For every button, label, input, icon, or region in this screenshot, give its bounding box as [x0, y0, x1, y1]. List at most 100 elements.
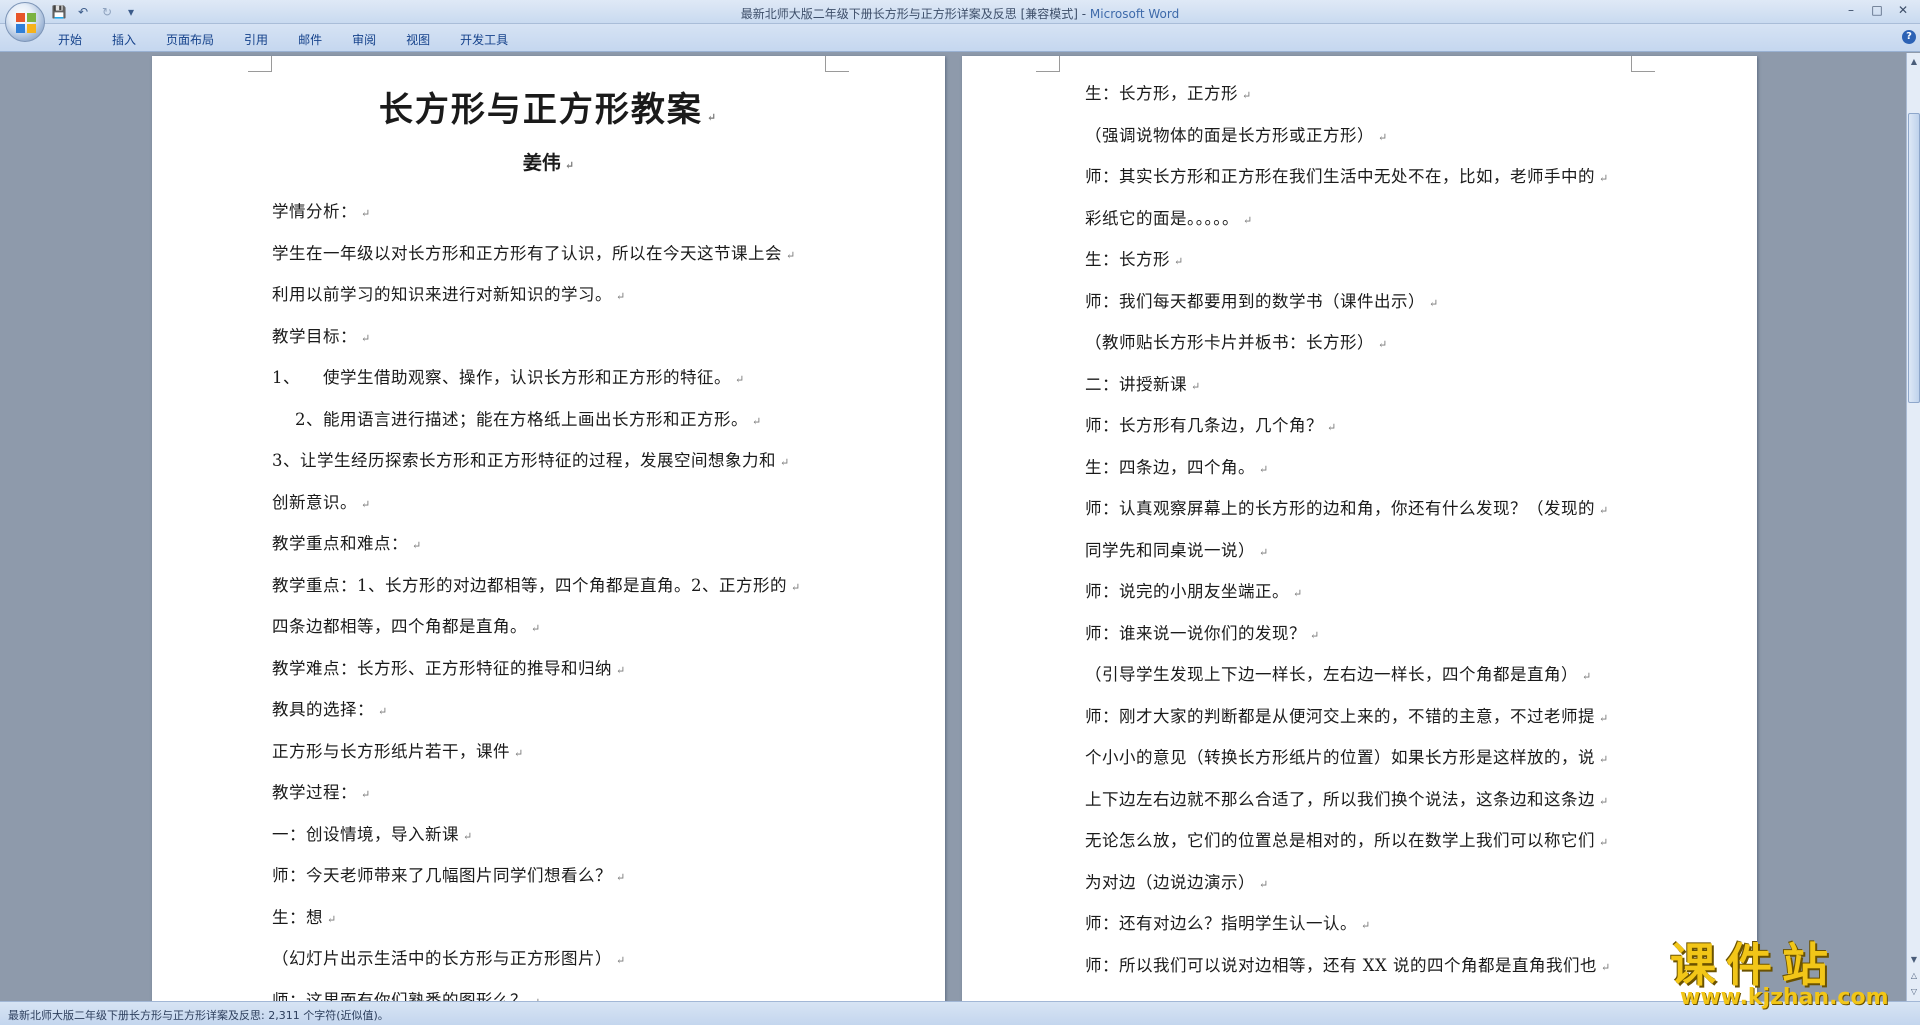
paragraph-mark: ↵ — [1378, 130, 1388, 144]
text-line-content: 生：长方形，正方形 — [1085, 84, 1238, 103]
text-line-content: 一：创设情境，导入新课 — [272, 824, 459, 844]
office-button[interactable] — [5, 2, 45, 42]
text-line: 师：这里面有你们熟悉的图形么？↵ — [272, 987, 541, 1002]
paragraph-mark: ↵ — [327, 912, 337, 926]
text-line-content: 师：刚才大家的判断都是从便河交上来的，不错的主意，不过老师提 — [1085, 706, 1595, 726]
text-line: 师：我们每天都要用到的数学书（课件出示） ↵ — [1085, 288, 1439, 312]
text-line: 教学目标： ↵ — [272, 323, 371, 347]
paragraph-mark: ↵ — [361, 497, 371, 511]
margin-corner-marker — [1036, 56, 1060, 72]
next-page-icon[interactable]: ▽ — [1908, 985, 1920, 999]
text-line-content: 教学过程： — [272, 783, 357, 802]
text-line-content: （引导学生发现上下边一样长，左右边一样长，四个角都是直角） — [1085, 665, 1578, 684]
paragraph-mark: ↵ — [1191, 379, 1201, 393]
tab-review[interactable]: 审阅 — [352, 29, 376, 50]
text-line: 学情分析： ↵ — [272, 198, 371, 222]
text-line: 师：所以我们可以说对边相等，还有 XX 说的四个角都是直角我们也 ↵ — [1085, 952, 1611, 976]
paragraph-mark: ↵ — [1600, 960, 1611, 974]
help-icon[interactable]: ? — [1902, 30, 1916, 44]
paragraph-mark: ↵ — [1259, 545, 1269, 559]
paragraph-mark: ↵ — [791, 580, 801, 594]
word-count-status[interactable]: 最新北师大版二年级下册长方形与正方形详案及反思: 2,311 个字符(近似值)。 — [8, 1007, 389, 1023]
scroll-up-icon[interactable]: ▲ — [1908, 55, 1920, 69]
text-line: 3、让学生经历探索长方形和正方形特征的过程，发展空间想象力和 ↵ — [272, 447, 790, 471]
paragraph-mark: ↵ — [786, 248, 796, 262]
document-page-right[interactable]: 生：长方形，正方形 ↵ （强调说物体的面是长方形或正方形） ↵ 师：其实长方形和正方形在… — [962, 56, 1757, 1001]
tab-home[interactable]: 开始 — [58, 29, 82, 50]
text-line: 个小小的意见（转换长方形纸片的位置）如果长方形是这样放的，说 ↵ — [1085, 744, 1609, 768]
paragraph-mark: ↵ — [616, 663, 626, 677]
text-line-content: 生：长方形 — [1085, 250, 1170, 269]
tab-insert[interactable]: 插入 — [112, 29, 136, 50]
text-line-content: 师：认真观察屏幕上的长方形的边和角，你还有什么发现？（发现的 — [1085, 499, 1595, 518]
previous-page-icon[interactable]: △ — [1908, 969, 1920, 983]
paragraph-mark: ↵ — [1378, 338, 1388, 351]
paragraph-mark: ↵ — [1310, 628, 1320, 642]
tab-mailings[interactable]: 邮件 — [298, 29, 322, 50]
maximize-button[interactable]: □ — [1866, 1, 1888, 19]
text-line-content: 生：想 — [272, 907, 323, 927]
paragraph-mark: ↵ — [378, 705, 388, 718]
paragraph-mark: ↵ — [514, 746, 524, 760]
paragraph-mark: ↵ — [616, 871, 626, 884]
document-author-text: 姜伟 — [522, 152, 561, 174]
document-title-text: 长方形与正方形教案 — [378, 90, 703, 130]
document-author: 姜伟 ↵ — [152, 148, 945, 175]
document-area: 长方形与正方形教案 ↵ 姜伟 ↵ 学情分析： ↵ 学生在一年级以对长方形和正方形有了认识… — [0, 53, 1906, 1001]
document-title: 长方形与正方形教案 ↵ — [152, 82, 945, 131]
paragraph-mark: ↵ — [361, 788, 371, 801]
paragraph-mark: ↵ — [412, 539, 422, 552]
ribbon-tabs: 开始 插入 页面布局 引用 邮件 审阅 视图 开发工具 ? — [0, 24, 1920, 52]
text-line-content: 师：说完的小朋友坐端正。 — [1085, 582, 1289, 601]
text-line-content: 2、能用语言进行描述；能在方格纸上画出长方形和正方形。 — [272, 409, 748, 429]
paragraph-mark: ↵ — [780, 456, 790, 469]
paragraph-mark: ↵ — [616, 290, 626, 303]
text-line-content: 师：其实长方形和正方形在我们生活中无处不在，比如，老师手中的 — [1085, 167, 1595, 186]
text-line: 正方形与长方形纸片若干，课件 ↵ — [272, 738, 524, 762]
tab-page-layout[interactable]: 页面布局 — [166, 29, 214, 50]
text-line-content: 教学难点：长方形、正方形特征的推导和归纳 — [272, 658, 612, 678]
text-line: 师：说完的小朋友坐端正。 ↵ — [1085, 578, 1303, 602]
text-line-content: 个小小的意见（转换长方形纸片的位置）如果长方形是这样放的，说 — [1085, 748, 1595, 767]
tab-references[interactable]: 引用 — [244, 29, 268, 50]
text-line-content: 1、 使学生借助观察、操作，认识长方形和正方形的特征。 — [272, 368, 731, 387]
vertical-scrollbar[interactable]: ▲ ▼ △ ▽ — [1906, 53, 1920, 1001]
paragraph-mark: ↵ — [531, 622, 541, 635]
paragraph-mark: ↵ — [616, 954, 626, 967]
text-line-content: 上下边左右边就不那么合适了，所以我们换个说法，这条边和这条边 — [1085, 789, 1595, 809]
tab-view[interactable]: 视图 — [406, 29, 430, 50]
paragraph-mark: ↵ — [706, 111, 719, 124]
text-line: （引导学生发现上下边一样长，左右边一样长，四个角都是直角） ↵ — [1085, 661, 1592, 685]
paragraph-mark: ↵ — [1429, 296, 1439, 310]
text-line: 生：长方形，正方形 ↵ — [1085, 80, 1252, 104]
scroll-down-icon[interactable]: ▼ — [1908, 953, 1920, 967]
text-line-content: 学生在一年级以对长方形和正方形有了认识，所以在今天这节课上会 — [272, 243, 782, 263]
paragraph-mark: ↵ — [564, 159, 575, 172]
paragraph-mark: ↵ — [1599, 753, 1609, 766]
text-line-content: 创新意识。 — [272, 492, 357, 512]
text-line: 彩纸它的面是。。。。。 ↵ — [1085, 205, 1253, 229]
text-line-content: 教具的选择： — [272, 700, 374, 719]
document-page-left[interactable]: 长方形与正方形教案 ↵ 姜伟 ↵ 学情分析： ↵ 学生在一年级以对长方形和正方形有了认识… — [152, 56, 945, 1001]
paragraph-mark: ↵ — [361, 207, 371, 220]
text-line: 师：认真观察屏幕上的长方形的边和角，你还有什么发现？（发现的 ↵ — [1085, 495, 1609, 519]
close-button[interactable]: ✕ — [1892, 1, 1914, 19]
text-line: 四条边都相等，四个角都是直角。 ↵ — [272, 613, 541, 637]
text-line: （强调说物体的面是长方形或正方形） ↵ — [1085, 122, 1388, 146]
office-logo-icon — [16, 13, 36, 33]
text-line: 1、 使学生借助观察、操作，认识长方形和正方形的特征。 ↵ — [272, 364, 745, 388]
text-line-content: 教学目标： — [272, 326, 357, 346]
tab-developer[interactable]: 开发工具 — [460, 29, 508, 50]
window-title: 最新北师大版二年级下册长方形与正方形详案及反思 [兼容模式] - Microso… — [0, 5, 1920, 22]
text-line: 师：刚才大家的判断都是从便河交上来的，不错的主意，不过老师提 ↵ — [1085, 703, 1609, 727]
scroll-thumb[interactable] — [1908, 113, 1920, 403]
paragraph-mark: ↵ — [1327, 421, 1337, 434]
text-line-content: 四条边都相等，四个角都是直角。 — [272, 617, 527, 636]
document-name: 最新北师大版二年级下册长方形与正方形详案及反思 [兼容模式] - — [740, 7, 1090, 21]
text-line-content: 为对边（边说边演示） — [1085, 872, 1255, 892]
watermark-url: www.kjzhan.com — [1680, 985, 1889, 1010]
text-line-content: 师：今天老师带来了几幅图片同学们想看么？ — [272, 866, 612, 885]
text-line: 师：还有对边么？指明学生认一认。 ↵ — [1085, 910, 1371, 934]
text-line-content: 教学重点和难点： — [272, 534, 408, 553]
minimize-button[interactable]: – — [1840, 1, 1862, 19]
